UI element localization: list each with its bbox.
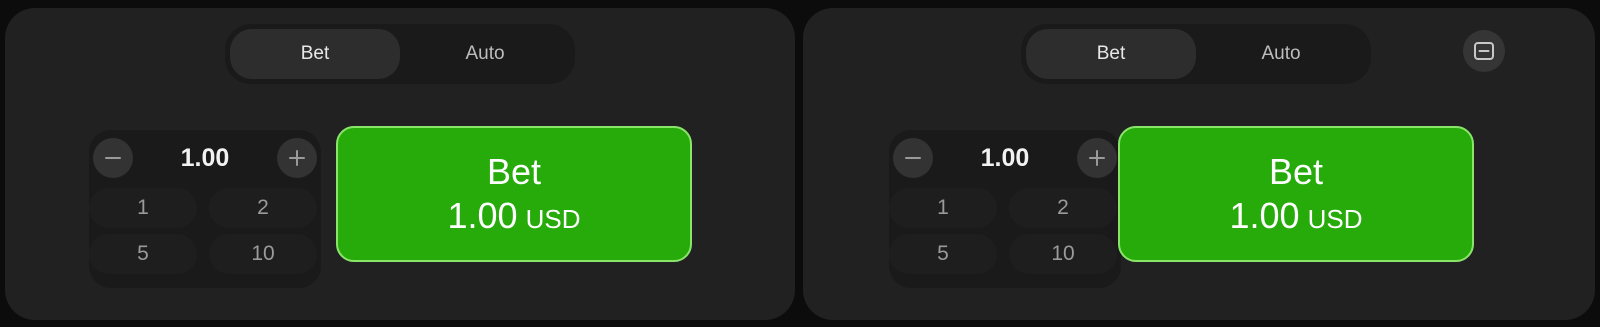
- quick-amount-5[interactable]: 5: [889, 234, 997, 274]
- mode-tabs: Bet Auto: [1021, 24, 1371, 84]
- plus-icon: [289, 150, 305, 166]
- tab-bet[interactable]: Bet: [1026, 29, 1196, 79]
- place-bet-button[interactable]: Bet 1.00 USD: [336, 126, 692, 262]
- quick-amount-2[interactable]: 2: [209, 188, 317, 228]
- place-bet-button[interactable]: Bet 1.00 USD: [1118, 126, 1474, 262]
- bet-button-currency: USD: [1307, 204, 1363, 234]
- bet-button-label: Bet: [1268, 151, 1324, 192]
- bet-button-amount-row: 1.00 USD: [1230, 195, 1363, 237]
- tab-auto[interactable]: Auto: [400, 29, 570, 79]
- mode-tabs: Bet Auto: [225, 24, 575, 84]
- bet-button-label: Bet: [486, 151, 542, 192]
- minus-icon: [105, 157, 121, 159]
- bet-amount-controls: 1.00 1 2 5 10: [89, 130, 321, 288]
- increase-button[interactable]: [277, 138, 317, 178]
- quick-amount-10[interactable]: 10: [209, 234, 317, 274]
- amount-stepper: 1.00: [889, 130, 1121, 182]
- bet-panel-2: Bet Auto 1.00 1 2 5 10 Bet 1.00 USD: [803, 8, 1595, 320]
- tab-auto[interactable]: Auto: [1196, 29, 1366, 79]
- quick-amount-1[interactable]: 1: [889, 188, 997, 228]
- tab-bet[interactable]: Bet: [230, 29, 400, 79]
- amount-stepper: 1.00: [89, 130, 321, 182]
- remove-panel-button[interactable]: [1463, 30, 1505, 72]
- bet-button-amount: 1.00: [447, 195, 518, 236]
- quick-amount-2[interactable]: 2: [1009, 188, 1117, 228]
- bet-panel-1: Bet Auto 1.00 1 2 5 10 Bet 1.00 USD: [5, 8, 795, 320]
- quick-amount-10[interactable]: 10: [1009, 234, 1117, 274]
- bet-amount-controls: 1.00 1 2 5 10: [889, 130, 1121, 288]
- increase-button[interactable]: [1077, 138, 1117, 178]
- bet-panels: Bet Auto 1.00 1 2 5 10 Bet 1.00 USD Bet …: [0, 0, 1600, 327]
- quick-amount-5[interactable]: 5: [89, 234, 197, 274]
- plus-icon: [1089, 150, 1105, 166]
- quick-amount-1[interactable]: 1: [89, 188, 197, 228]
- bet-button-currency: USD: [525, 204, 581, 234]
- decrease-button[interactable]: [893, 138, 933, 178]
- bet-button-amount-row: 1.00 USD: [448, 195, 581, 237]
- decrease-button[interactable]: [93, 138, 133, 178]
- minus-icon: [905, 157, 921, 159]
- amount-input[interactable]: 1.00: [135, 140, 275, 176]
- bet-button-amount: 1.00: [1229, 195, 1300, 236]
- amount-input[interactable]: 1.00: [935, 140, 1075, 176]
- minus-square-icon: [1474, 42, 1494, 60]
